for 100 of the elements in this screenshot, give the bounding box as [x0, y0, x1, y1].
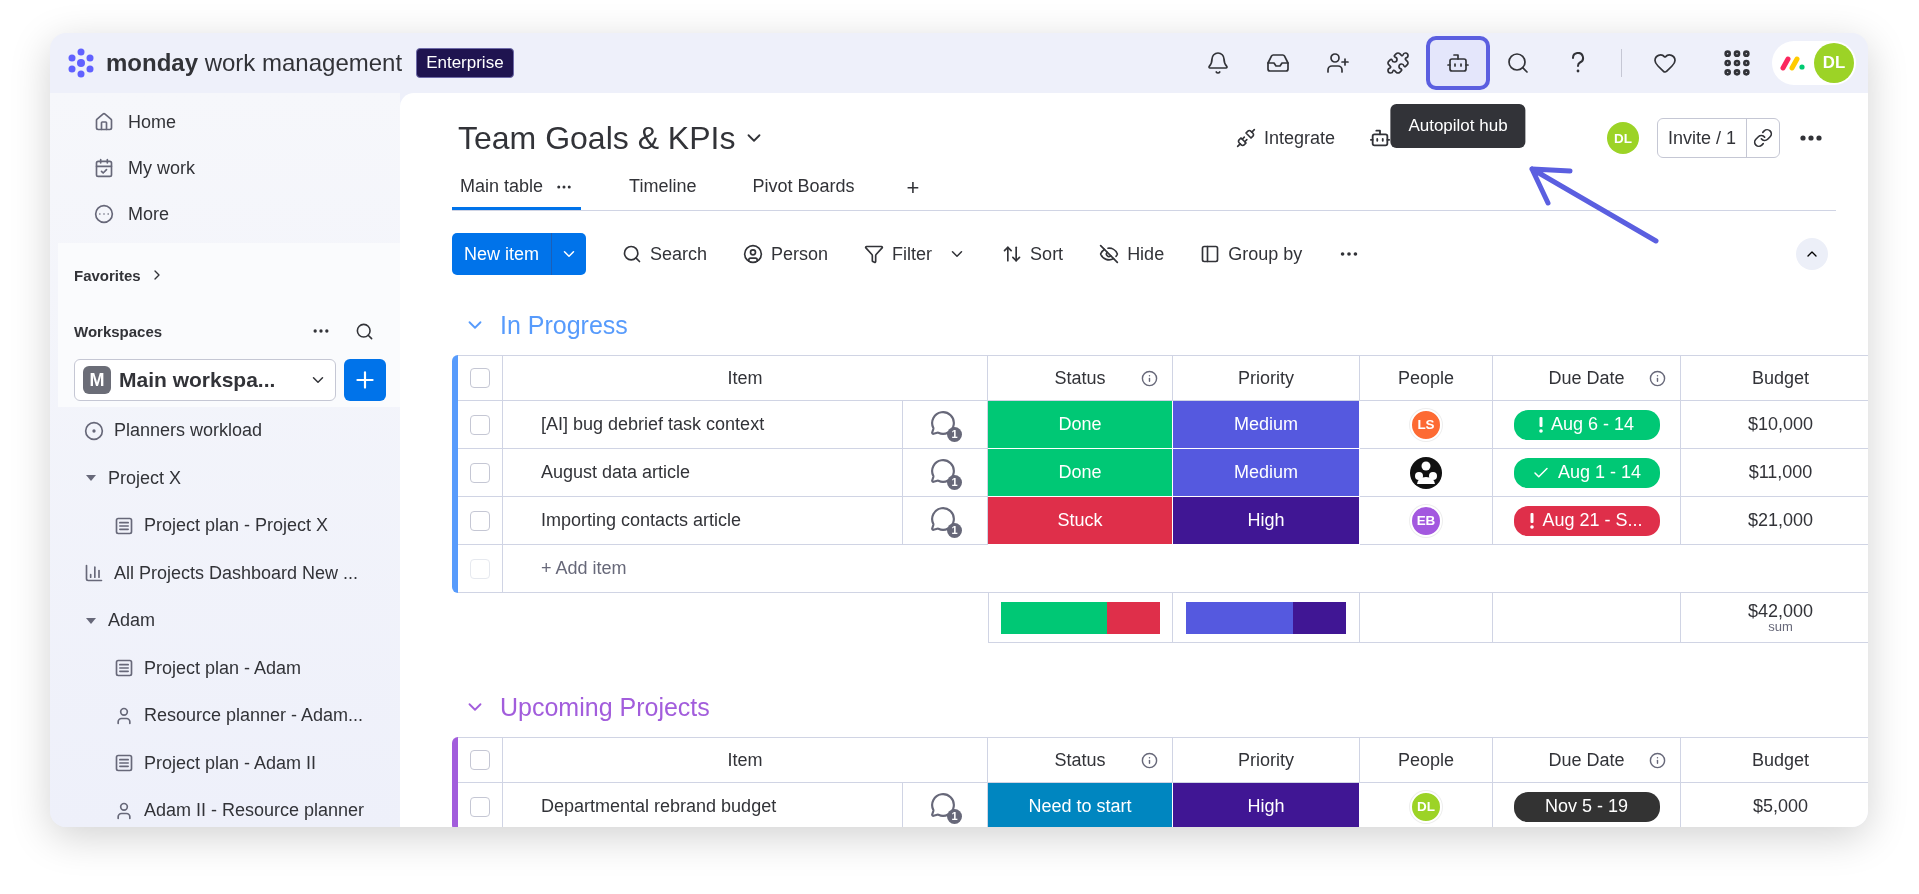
nav-item[interactable]: More — [128, 203, 169, 225]
budget-sum: $42,000 — [1747, 602, 1814, 620]
column-title: Item — [727, 749, 763, 771]
sidebar-item[interactable]: Project plan - Adam — [144, 657, 302, 679]
add-item-field[interactable]: + Add item — [541, 558, 627, 579]
status-label[interactable]: Need to start — [988, 783, 1173, 827]
home-icon — [94, 112, 114, 132]
board-icon — [114, 753, 134, 774]
group-button[interactable]: Group by — [1200, 243, 1303, 265]
view-tab[interactable]: Pivot Boards — [744, 166, 863, 210]
due-date: Aug 21 - S... — [1542, 510, 1643, 531]
budget-cell: $5,000 — [1681, 783, 1868, 827]
view-tab[interactable]: Timeline — [621, 166, 705, 210]
filter-button[interactable]: Filter — [864, 243, 967, 265]
more-icon — [1800, 135, 1822, 141]
column-title: People — [1397, 749, 1455, 771]
checkbox[interactable] — [470, 796, 490, 817]
board-icon — [114, 658, 134, 679]
column-title: Budget — [1751, 749, 1810, 771]
checkbox[interactable] — [470, 750, 490, 770]
checkbox[interactable] — [470, 510, 490, 531]
robot-icon — [1446, 51, 1470, 75]
budget-cell: $10,000 — [1681, 401, 1868, 449]
column-title: Status — [1054, 367, 1106, 389]
workspace-selector[interactable]: M Main workspa... — [74, 359, 336, 401]
sidebar-item[interactable]: All Projects Dashboard New ... — [114, 562, 359, 584]
column-title: Item — [727, 367, 763, 389]
checkbox[interactable] — [470, 414, 490, 435]
robot-icon — [1368, 127, 1391, 149]
item-name[interactable]: [AI] bug debrief task context — [541, 414, 765, 435]
sidebar-item[interactable]: Planners workload — [114, 420, 263, 442]
add-button[interactable] — [344, 359, 386, 401]
collapse-button[interactable] — [1796, 238, 1828, 270]
column-title: Budget — [1751, 367, 1810, 389]
priority-label[interactable]: Medium — [1173, 449, 1360, 497]
search-button[interactable]: Search — [622, 243, 708, 265]
workspace-icon: M — [83, 366, 111, 394]
column-title: Priority — [1238, 749, 1294, 771]
plug-icon — [1235, 128, 1256, 148]
plan-badge: Enterprise — [416, 48, 514, 78]
due-date-pill[interactable]: Nov 5 - 19 — [1513, 791, 1660, 822]
comment-count: 1 — [947, 474, 962, 490]
integrate-button[interactable]: Integrate — [1227, 123, 1343, 153]
heart-icon — [1653, 51, 1677, 75]
avatar: LS — [1410, 408, 1442, 441]
link-icon — [1753, 128, 1773, 148]
due-date: Nov 5 - 19 — [1544, 796, 1628, 817]
board-title: Team Goals & KPIs — [458, 119, 736, 157]
hide-icon — [1099, 244, 1120, 264]
help-icon — [1570, 52, 1586, 74]
sidebar-item[interactable]: Resource planner - Adam... — [144, 705, 364, 727]
checkbox[interactable] — [470, 462, 490, 483]
product-logo-icon — [1780, 55, 1806, 71]
person-button[interactable]: Person — [743, 243, 829, 265]
search-icon — [1506, 51, 1530, 75]
column-title: Due Date — [1548, 749, 1625, 771]
search-icon — [622, 244, 642, 264]
dashboard-icon — [84, 563, 104, 584]
sidebar-item[interactable]: Adam II - Resource planner — [144, 800, 365, 822]
search-icon[interactable] — [355, 321, 374, 341]
more-icon — [94, 204, 114, 224]
person-icon — [743, 244, 764, 264]
add-view-button[interactable]: + — [902, 166, 924, 210]
sort-button[interactable]: Sort — [1002, 243, 1064, 265]
column-title: Status — [1054, 749, 1106, 771]
sidebar-item[interactable]: Project plan - Adam II — [144, 752, 317, 774]
group-title: In Progress — [500, 310, 628, 340]
item-name[interactable]: Departmental rebrand budget — [541, 796, 777, 817]
sort-icon — [1002, 244, 1023, 264]
item-name[interactable]: August data article — [541, 462, 691, 483]
budget-cell: $11,000 — [1681, 449, 1868, 497]
checkbox[interactable] — [470, 368, 490, 388]
nav-item[interactable]: My work — [128, 157, 195, 179]
comment-count: 1 — [947, 808, 962, 824]
priority-label[interactable]: High — [1173, 497, 1360, 545]
puzzle-icon — [1386, 51, 1410, 75]
priority-label[interactable]: High — [1173, 783, 1360, 827]
group-icon — [1200, 244, 1221, 264]
item-name[interactable]: Importing contacts article — [541, 510, 742, 531]
group-title: Upcoming Projects — [500, 692, 710, 722]
info-icon — [1649, 369, 1666, 387]
status-label[interactable]: Stuck — [988, 497, 1173, 545]
tooltip: Autopilot hub — [1390, 104, 1526, 148]
sidebar-item[interactable]: Project plan - Project X — [144, 515, 329, 537]
due-date: Aug 1 - 14 — [1557, 462, 1642, 483]
info-icon — [1649, 751, 1666, 769]
comment-count: 1 — [947, 522, 962, 538]
hide-button[interactable]: Hide — [1099, 243, 1165, 265]
sum-label: sum — [1768, 620, 1793, 633]
resource-icon — [114, 705, 134, 726]
budget-cell: $21,000 — [1681, 497, 1868, 545]
sidebar-item[interactable]: Adam — [108, 610, 156, 632]
favorites-label[interactable]: Favorites — [74, 266, 141, 284]
info-icon — [1141, 369, 1158, 387]
info-icon — [1141, 751, 1158, 769]
nav-item[interactable]: Home — [128, 111, 176, 133]
priority-label[interactable]: Medium — [1173, 401, 1360, 449]
due-date-pill[interactable]: Aug 21 - S... — [1513, 505, 1660, 536]
view-tab[interactable]: Main table — [452, 166, 582, 210]
sidebar-item[interactable]: Project X — [108, 467, 182, 489]
